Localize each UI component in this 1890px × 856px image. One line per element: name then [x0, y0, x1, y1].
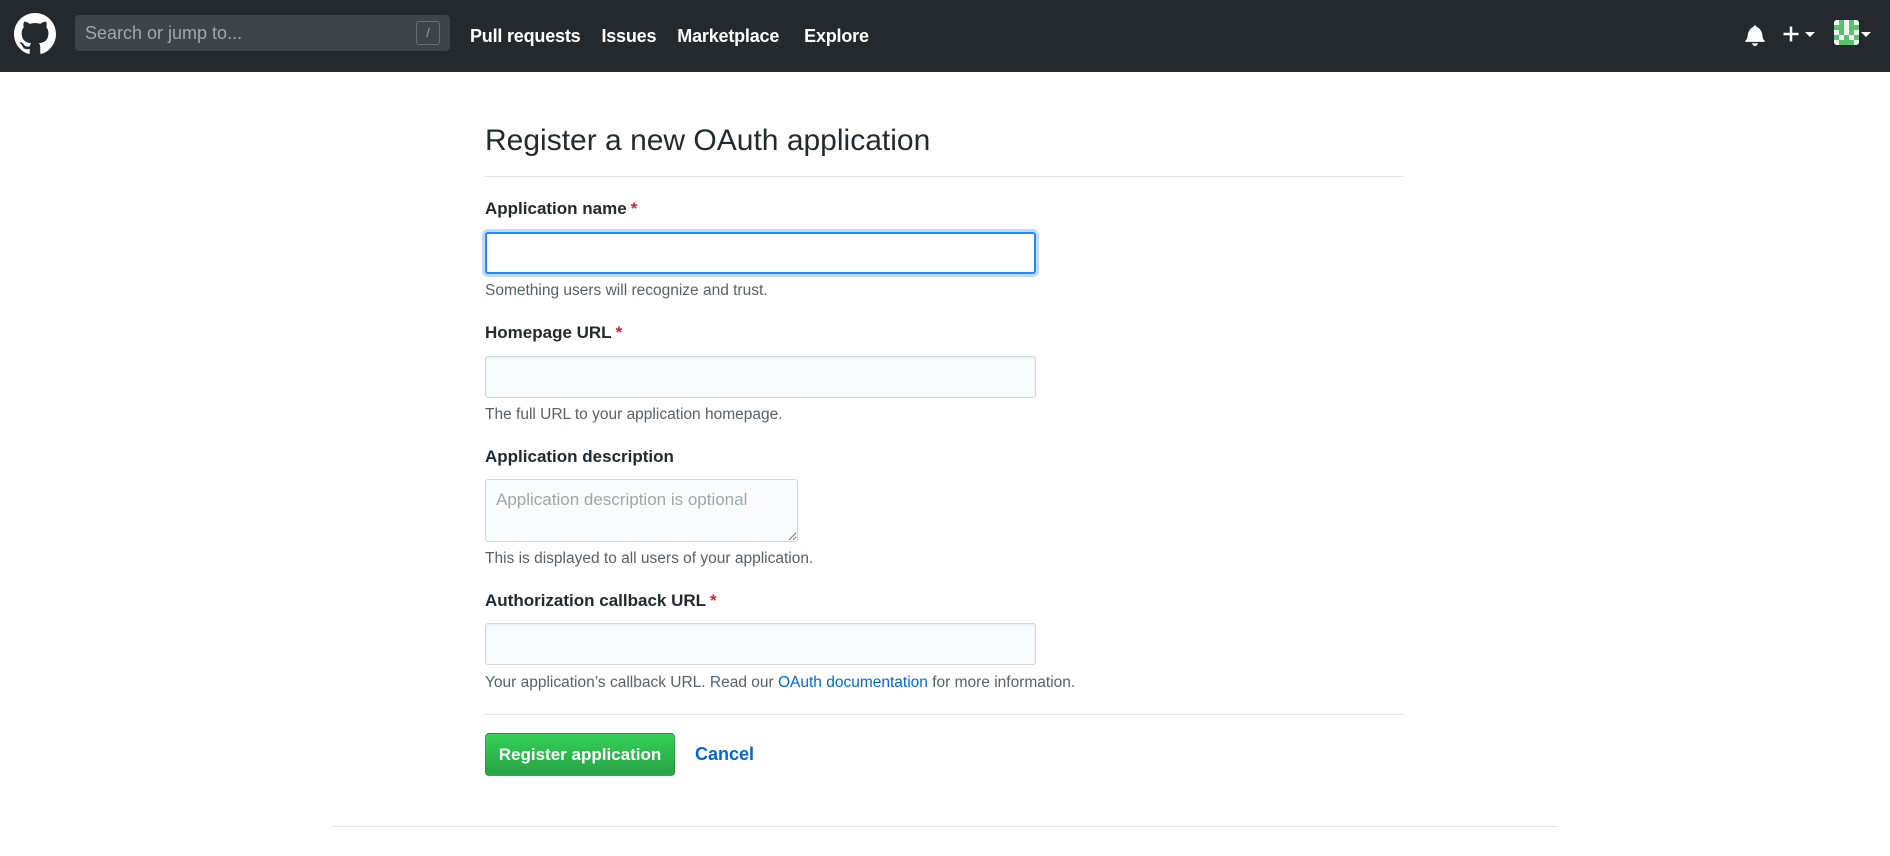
description-textarea[interactable] — [485, 479, 798, 542]
app-name-label: Application name * — [485, 199, 637, 219]
description-note: This is displayed to all users of your a… — [485, 550, 814, 567]
primary-nav: Pull requests Issues Marketplace Explore — [470, 0, 890, 72]
top-header: / Pull requests Issues Marketplace Explo… — [0, 0, 1890, 72]
search-shortcut-key: / — [416, 21, 440, 45]
callback-note-text: Your application’s callback URL. Read ou… — [485, 674, 778, 691]
nav-pull-requests[interactable]: Pull requests — [470, 26, 581, 47]
callback-url-input[interactable] — [485, 623, 1036, 665]
form-divider — [484, 714, 1404, 715]
oauth-documentation-link[interactable]: OAuth documentation — [778, 674, 928, 691]
footer-divider — [332, 826, 1558, 827]
nav-issues[interactable]: Issues — [601, 26, 656, 47]
register-application-button[interactable]: Register application — [485, 733, 675, 776]
description-label: Application description — [485, 447, 674, 466]
callback-note-text-end: for more information. — [927, 674, 1076, 691]
avatar[interactable] — [1834, 20, 1859, 45]
nav-explore[interactable]: Explore — [804, 26, 869, 47]
cancel-link[interactable]: Cancel — [695, 744, 754, 765]
github-logo-icon[interactable] — [14, 13, 56, 55]
homepage-url-note: The full URL to your application homepag… — [485, 406, 783, 423]
plus-icon[interactable] — [1782, 24, 1800, 44]
app-name-input[interactable] — [485, 232, 1036, 274]
identicon-icon — [1834, 20, 1859, 45]
homepage-url-input[interactable] — [485, 356, 1036, 398]
required-mark: * — [615, 323, 623, 342]
nav-marketplace[interactable]: Marketplace — [677, 26, 779, 47]
title-divider — [484, 176, 1404, 177]
callback-url-note: Your application’s callback URL. Read ou… — [485, 674, 1075, 692]
create-dropdown-caret-icon[interactable] — [1805, 32, 1815, 37]
callback-url-label-text: Authorization callback URL — [485, 591, 707, 610]
callback-url-label: Authorization callback URL * — [485, 591, 717, 611]
homepage-url-label-text: Homepage URL — [485, 323, 612, 342]
search-box[interactable]: / — [75, 15, 450, 51]
app-name-label-text: Application name — [485, 199, 627, 218]
required-mark: * — [630, 199, 638, 218]
user-menu-caret-icon[interactable] — [1861, 32, 1871, 37]
bell-icon[interactable] — [1745, 24, 1765, 46]
homepage-url-label: Homepage URL * — [485, 323, 622, 343]
page-title: Register a new OAuth application — [485, 124, 931, 157]
app-name-note: Something users will recognize and trust… — [485, 282, 768, 299]
required-mark: * — [710, 591, 717, 610]
search-input[interactable] — [75, 15, 450, 51]
